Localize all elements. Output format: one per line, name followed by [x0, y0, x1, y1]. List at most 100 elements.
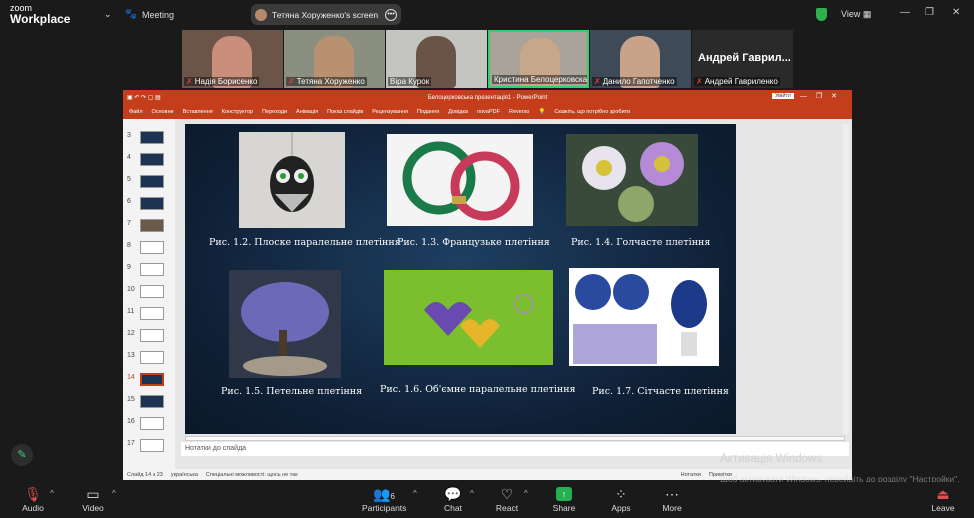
apps-icon: ⁘ [615, 486, 627, 502]
caption: Рис. 1.6. Об'ємне паралельне плетіння [380, 384, 576, 395]
more-button[interactable]: ⋯ More [658, 485, 686, 513]
restore-icon[interactable]: ❐ [925, 7, 934, 18]
close-icon[interactable]: ✕ [952, 7, 960, 18]
ppt-title: Белоцерковська презентація1 - PowerPoint [427, 94, 548, 101]
windows-activation-title: Активація Windows [720, 453, 823, 465]
tab-review[interactable]: Рецензування [372, 109, 408, 115]
beaded-tree-image [229, 270, 341, 378]
mic-muted-icon: ✗ [696, 77, 703, 86]
beaded-flowers-image [566, 134, 698, 226]
avatar [255, 8, 267, 21]
tab-view[interactable]: Подання [417, 109, 439, 115]
participant-tile[interactable]: Віра Курок [386, 30, 487, 88]
vertical-scrollbar[interactable] [843, 124, 849, 434]
audio-options-icon[interactable]: ^ [50, 489, 54, 498]
chevron-down-icon: ⌄ [104, 9, 112, 19]
tab-file[interactable]: Файл [129, 109, 143, 115]
meeting-toolbar: 🎙 Audio ^ ▭ Video ^ 👥6 Participants ^ 💬 … [0, 482, 974, 518]
participant-tile[interactable]: ✗ Данило Гапотченко [590, 30, 691, 88]
ppt-title-bar: ▣ ↶ ↷ ▢ ▤ Белоцерковська презентація1 - … [123, 90, 852, 105]
bracelets-image [387, 134, 533, 226]
react-options-icon[interactable]: ^ [524, 489, 528, 498]
tab-novapdf[interactable]: novaPDF [477, 109, 500, 115]
participant-name: Тетяна Хоруженко [296, 77, 365, 86]
pencil-icon[interactable]: ✎ [11, 444, 33, 466]
ppt-body: 3 4 5 6 7 8 9 10 11 12 13 14 15 16 17 Ри… [123, 119, 852, 480]
tab-insert[interactable]: Вставлення [183, 109, 213, 115]
paw-icon: 🐾 [124, 9, 137, 20]
meeting-label: Meeting [142, 9, 175, 20]
language-status[interactable]: українська [171, 472, 198, 478]
apps-button[interactable]: ⁘ Apps [607, 485, 635, 513]
participant-tile[interactable]: ✗ Надія Борисенко [182, 30, 283, 88]
tab-reverso[interactable]: Reverso [509, 109, 529, 115]
leave-icon: ⏏ [936, 486, 950, 502]
ellipsis-icon: ⋯ [665, 486, 679, 502]
notes-toggle[interactable]: Нотатки [681, 472, 701, 478]
participant-name: Андрей Гавриленко [704, 77, 778, 86]
tab-slideshow[interactable]: Показ слайдів [327, 109, 363, 115]
screen-share-title: Тетяна Хоруженко's screen [272, 9, 379, 20]
participant-name: Віра Курок [390, 77, 430, 86]
participant-name: Кристина Белоцерковская [494, 75, 589, 84]
participant-strip: ✗ Надія Борисенко ✗ Тетяна Хоруженко Віра … [182, 30, 793, 88]
tab-home[interactable]: Основне [152, 109, 174, 115]
chat-button[interactable]: 💬 Chat [440, 485, 466, 513]
slide-canvas[interactable]: Рис. 1.2. Плоске паралельне плетіння Рис… [185, 124, 736, 434]
meeting-menu[interactable]: ⌄ 🐾 Meeting [104, 9, 174, 20]
chat-icon: 💬 [444, 486, 462, 502]
video-icon: ▭ [86, 486, 100, 502]
top-bar: zoom Workplace ⌄ 🐾 Meeting Тетяна Хоруже… [0, 0, 974, 30]
participant-name: Надія Борисенко [194, 77, 258, 86]
tab-design[interactable]: Конструктор [222, 109, 253, 115]
participants-options-icon[interactable]: ^ [413, 489, 417, 498]
zoom-logo: zoom Workplace [10, 3, 71, 26]
mic-muted-icon: ✗ [186, 77, 193, 86]
heart-icon: ♡ [500, 486, 514, 502]
share-arrow-icon: ↑ [556, 487, 572, 501]
slide-counter: Слайд 14 з 23 [127, 471, 163, 478]
share-button[interactable]: ↑ Share [550, 485, 578, 513]
mic-muted-icon: ✗ [288, 77, 295, 86]
participant-big-label: Андрей Гаврил... [698, 52, 791, 64]
horizontal-scrollbar[interactable] [185, 436, 845, 441]
mic-muted-icon: ✗ [594, 77, 601, 86]
more-icon[interactable]: ••• [385, 8, 397, 21]
caption: Рис. 1.2. Плоске паралельне плетіння [209, 237, 401, 248]
video-options-icon[interactable]: ^ [112, 489, 116, 498]
participants-icon: 👥 [373, 486, 391, 502]
lightbulb-icon: 💡 [538, 109, 546, 115]
leave-button[interactable]: ⏏ Leave [930, 485, 956, 513]
tell-me-input[interactable]: Скажіть, що потрібно зробити [554, 109, 630, 115]
shield-icon[interactable] [816, 8, 827, 21]
participant-name: Данило Гапотченко [602, 77, 675, 86]
ppt-window-controls[interactable]: ▭—❐✕ [784, 92, 846, 100]
ppt-ribbon: Файл Основне Вставлення Конструктор Пере… [123, 105, 852, 119]
caption: Рис. 1.3. Французьке плетіння [397, 237, 550, 248]
chat-options-icon[interactable]: ^ [470, 489, 474, 498]
participant-tile[interactable]: ✗ Тетяна Хоруженко [284, 30, 385, 88]
powerpoint-window: ▣ ↶ ↷ ▢ ▤ Белоцерковська презентація1 - … [123, 90, 852, 480]
view-button[interactable]: View ▦ [841, 9, 871, 20]
caption: Рис. 1.7. Сітчасте плетіння [592, 386, 729, 397]
screen-share-pill[interactable]: Тетяна Хоруженко's screen ••• [251, 4, 401, 25]
participants-count: 6 [390, 492, 395, 501]
beaded-hearts-image [384, 270, 553, 365]
slide-thumbnail-pane: 3 4 5 6 7 8 9 10 11 12 13 14 15 16 17 [123, 119, 175, 469]
video-button[interactable]: ▭ Video [80, 485, 106, 513]
tab-transitions[interactable]: Переходи [262, 109, 287, 115]
participants-button[interactable]: 👥6 Participants [362, 485, 406, 513]
participant-tile-active[interactable]: Кристина Белоцерковская [488, 30, 589, 88]
accessibility-status[interactable]: Спеціальні можливості: щось не так [206, 472, 298, 478]
audio-button[interactable]: 🎙 Audio [20, 485, 46, 513]
tab-animations[interactable]: Анімація [296, 109, 318, 115]
minimize-icon[interactable]: — [900, 7, 910, 18]
beaded-eggs-image [569, 268, 719, 366]
react-button[interactable]: ♡ React [494, 485, 520, 513]
participant-tile[interactable]: Андрей Гаврил... ✗ Андрей Гавриленко [692, 30, 793, 88]
tab-help[interactable]: Довідка [448, 109, 468, 115]
mic-muted-icon: 🎙 [24, 486, 42, 502]
caption: Рис. 1.4. Голчасте плетіння [571, 237, 711, 248]
owl-pendant-image [239, 132, 345, 228]
caption: Рис. 1.5. Петельне плетіння [221, 386, 363, 397]
